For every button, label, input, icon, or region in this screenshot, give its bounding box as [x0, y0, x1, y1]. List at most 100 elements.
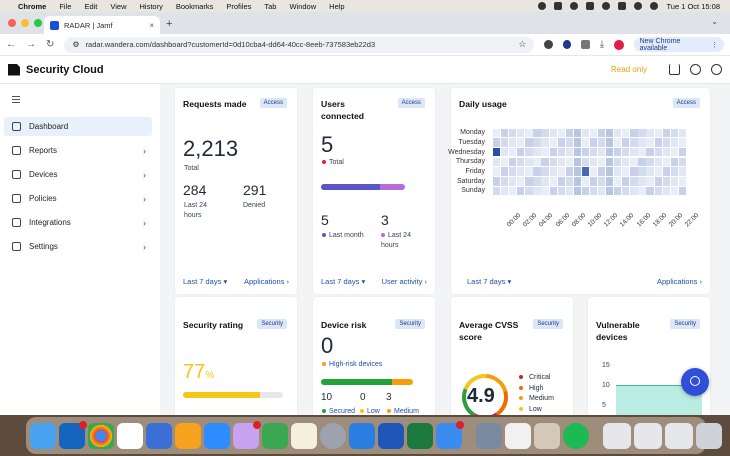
- zoom-icon[interactable]: [204, 422, 230, 449]
- mail-icon[interactable]: [436, 420, 464, 449]
- menu-view[interactable]: View: [110, 2, 126, 11]
- settings-icon[interactable]: [690, 64, 701, 75]
- download-icon[interactable]: [669, 64, 680, 75]
- window-thumbnail[interactable]: [634, 422, 662, 449]
- menu-file[interactable]: File: [59, 2, 71, 11]
- time-range-dropdown[interactable]: Last 7 days ▾: [321, 277, 365, 286]
- preview-icon[interactable]: [476, 422, 502, 449]
- wifi-icon[interactable]: [634, 2, 643, 10]
- status-icon[interactable]: [602, 2, 611, 10]
- close-tab-icon[interactable]: ×: [149, 21, 154, 30]
- hamburger-menu-icon[interactable]: [12, 96, 20, 103]
- heatmap-cell: [501, 186, 509, 196]
- slack-icon[interactable]: [117, 422, 143, 449]
- menu-help[interactable]: Help: [329, 2, 344, 11]
- applications-link[interactable]: Applications ›: [657, 277, 702, 286]
- heatmap-row: Thursday: [445, 157, 687, 167]
- menu-profiles[interactable]: Profiles: [226, 2, 251, 11]
- sidebar-item-dashboard[interactable]: Dashboard: [4, 117, 152, 136]
- time-range-dropdown[interactable]: Last 7 days ▾: [467, 277, 511, 286]
- requests-made-card: Requests made Access 2,213 Total 284 Las…: [175, 88, 297, 294]
- word-icon[interactable]: [378, 422, 404, 449]
- numbers-icon[interactable]: [262, 422, 288, 449]
- menu-app-name[interactable]: Chrome: [18, 2, 46, 11]
- applications-link[interactable]: Applications ›: [244, 277, 289, 286]
- status-icon[interactable]: [586, 2, 595, 10]
- finder-icon[interactable]: [30, 422, 56, 449]
- chrome-menu-icon[interactable]: ⋮: [711, 41, 718, 49]
- close-window-button[interactable]: [8, 19, 16, 27]
- bookmark-star-icon[interactable]: ☆: [518, 39, 526, 50]
- window-thumbnail[interactable]: [603, 422, 631, 449]
- sidebar-item-policies[interactable]: Policies ›: [4, 189, 152, 208]
- secured-label: Secured: [322, 407, 355, 415]
- heatmap-cell: [565, 128, 573, 138]
- heatmap-cell: [606, 128, 614, 138]
- menu-edit[interactable]: Edit: [84, 2, 97, 11]
- heatmap-cell: [638, 138, 646, 147]
- time-range-dropdown[interactable]: Last 7 days ▾: [183, 277, 227, 286]
- extension-icon[interactable]: [544, 40, 553, 49]
- user-account-icon[interactable]: [711, 64, 722, 75]
- window-thumbnail[interactable]: [665, 422, 693, 449]
- status-icon[interactable]: [554, 2, 563, 10]
- heatmap-cell: [622, 157, 630, 167]
- app-icon[interactable]: [233, 420, 261, 449]
- heatmap-cell: [557, 157, 565, 167]
- users-progress-fill: [321, 184, 380, 190]
- spotify-icon[interactable]: [563, 422, 589, 449]
- new-chrome-available-button[interactable]: New Chrome available ⋮: [633, 37, 724, 52]
- search-help-fab-button[interactable]: [681, 368, 709, 396]
- search-icon[interactable]: [650, 2, 659, 10]
- url-field[interactable]: ⚙ radar.wandera.com/dashboard?customerId…: [64, 36, 535, 53]
- minimize-window-button[interactable]: [21, 19, 29, 27]
- sidebar-item-devices[interactable]: Devices ›: [4, 165, 152, 184]
- pen-tool-icon[interactable]: [534, 422, 560, 449]
- menu-clock[interactable]: Tue 1 Oct 15:08: [666, 2, 720, 11]
- sidebar-item-reports[interactable]: Reports ›: [4, 141, 152, 160]
- reload-icon[interactable]: ↻: [46, 39, 54, 50]
- high-risk-devices-link[interactable]: High-risk devices: [322, 360, 382, 370]
- status-icon[interactable]: [538, 2, 547, 10]
- back-arrow-icon[interactable]: ←: [6, 39, 16, 50]
- excel-icon[interactable]: [407, 422, 433, 449]
- medium-dot-icon: [387, 409, 391, 414]
- battery-icon[interactable]: [618, 2, 627, 10]
- heatmap-cell: [493, 177, 501, 186]
- system-settings-icon[interactable]: [320, 422, 346, 449]
- new-tab-button[interactable]: +: [166, 18, 172, 30]
- site-info-icon[interactable]: ⚙: [72, 40, 79, 49]
- menu-window[interactable]: Window: [289, 2, 316, 11]
- extension-icon[interactable]: [562, 40, 572, 49]
- sidebar-item-integrations[interactable]: Integrations ›: [4, 213, 152, 232]
- chrome-icon[interactable]: [88, 422, 114, 449]
- zoom-window-button[interactable]: [34, 19, 42, 27]
- forward-arrow-icon[interactable]: →: [26, 39, 36, 50]
- download-icon[interactable]: ⤓: [600, 39, 604, 50]
- menu-history[interactable]: History: [140, 2, 163, 11]
- heatmap-cell: [614, 147, 622, 157]
- keynote-icon[interactable]: [349, 422, 375, 449]
- heatmap-cell: [565, 177, 573, 186]
- app-icon[interactable]: [175, 422, 201, 449]
- browser-tab[interactable]: RADAR | Jamf ×: [44, 16, 160, 34]
- notes-icon[interactable]: [291, 422, 317, 449]
- sidebar-item-settings[interactable]: Settings ›: [4, 237, 152, 256]
- heatmap-cell: [598, 128, 606, 138]
- chevron-right-icon: ›: [143, 241, 146, 252]
- teams-icon[interactable]: [146, 422, 172, 449]
- legend-dot-icon: [519, 396, 523, 401]
- user-activity-link[interactable]: User activity ›: [382, 277, 427, 286]
- menu-bookmarks[interactable]: Bookmarks: [176, 2, 214, 11]
- textedit-icon[interactable]: [505, 422, 531, 449]
- trash-icon[interactable]: [696, 422, 722, 449]
- extensions-puzzle-icon[interactable]: [581, 40, 590, 49]
- heatmap-cell: [557, 167, 565, 176]
- tab-search-chevron-icon[interactable]: ⌄: [711, 17, 718, 26]
- outlook-icon[interactable]: [59, 420, 87, 449]
- heatmap-cell: [606, 138, 614, 147]
- heatmap-cell: [557, 138, 565, 147]
- menu-tab[interactable]: Tab: [264, 2, 276, 11]
- status-icon[interactable]: [570, 2, 579, 10]
- profile-avatar[interactable]: [614, 39, 624, 50]
